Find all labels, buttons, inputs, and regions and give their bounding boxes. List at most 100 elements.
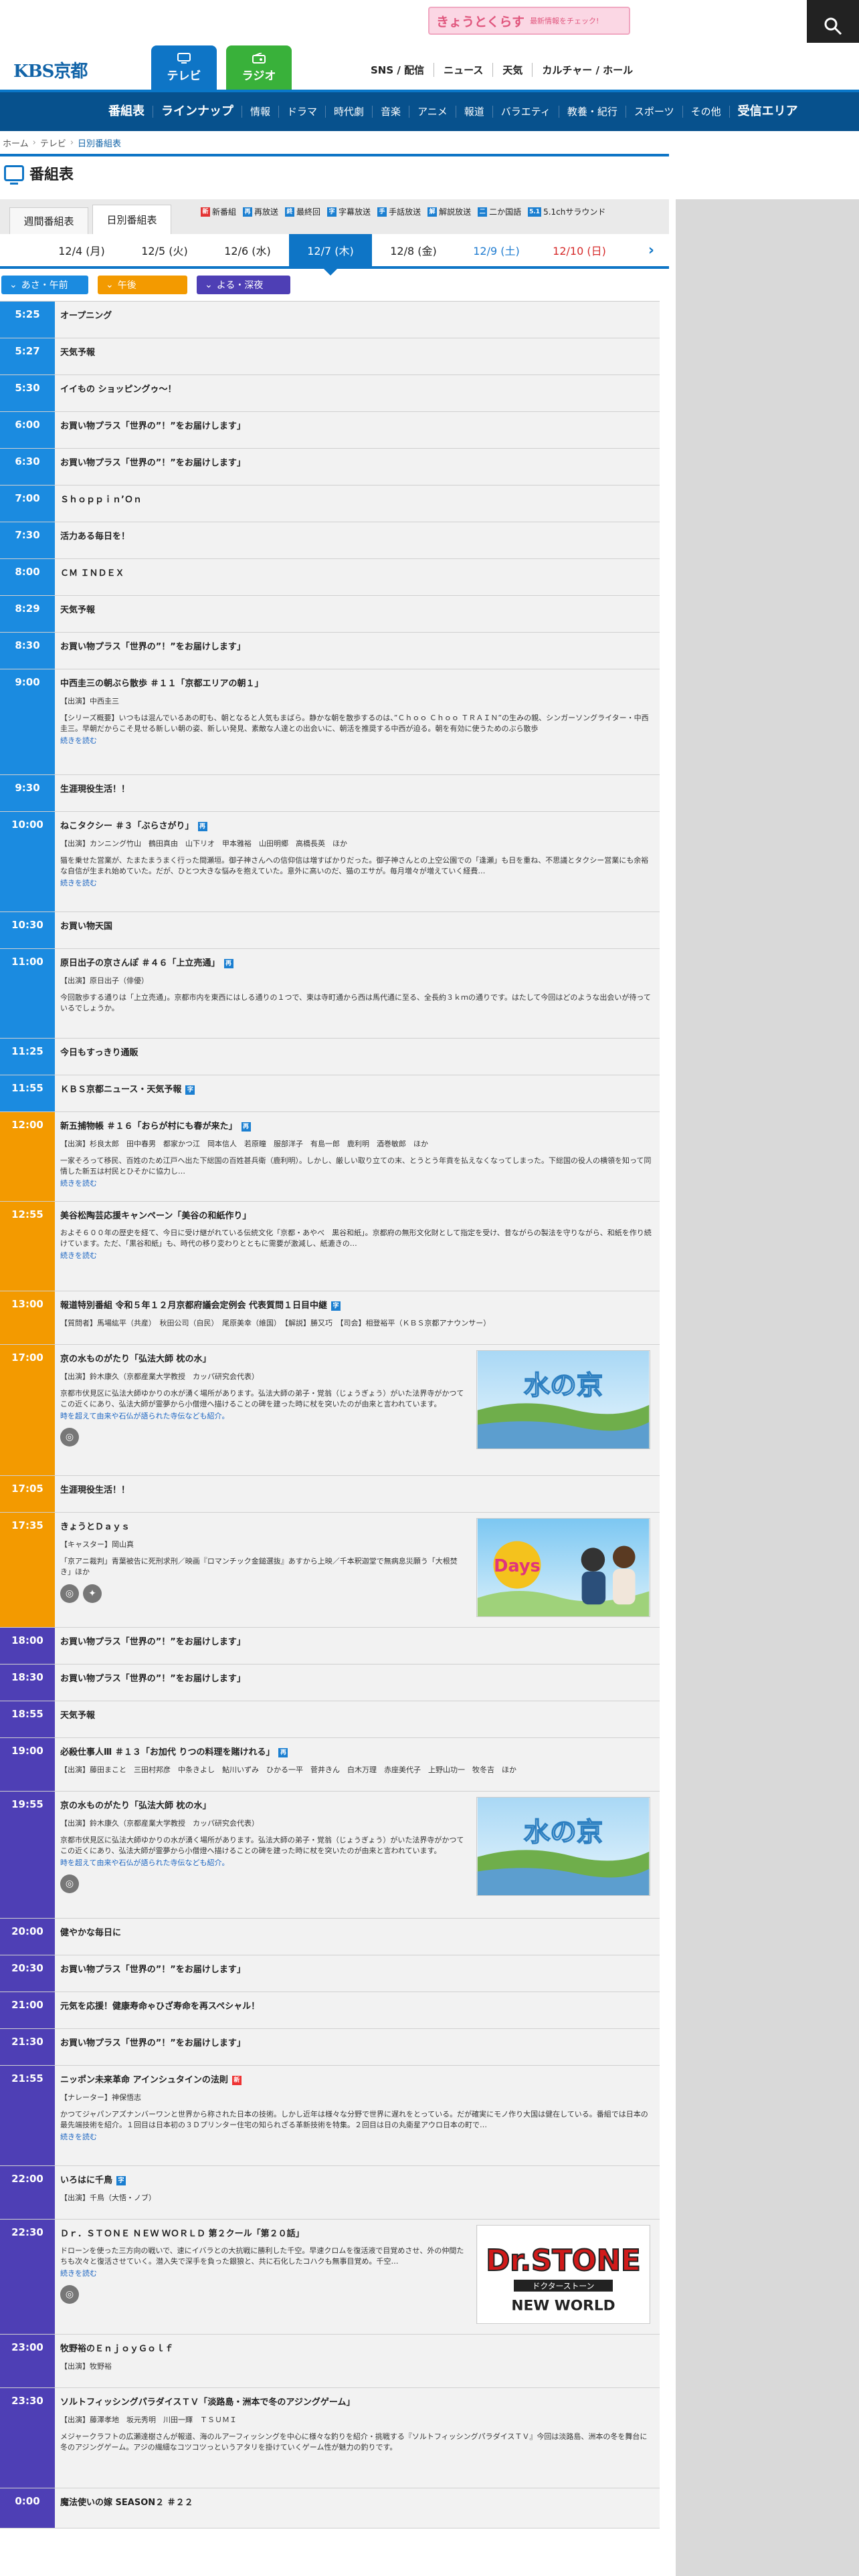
program-title[interactable]: 牧野裕のＥｎｊｏｙＧｏｌｆ [60,2341,654,2354]
program-row[interactable]: 6:30 お買い物プラス「世界の”！”をお届けします」 [0,449,660,486]
program-row[interactable]: 23:00 牧野裕のＥｎｊｏｙＧｏｌｆ 【出演】牧野裕 [0,2335,660,2388]
period-evening-button[interactable]: ⌄ よる・深夜 [197,276,290,294]
program-row[interactable]: 19:00 必殺仕事人Ⅲ ＃１３「お加代 りつの料理を賭けれる」再【出演】藤田まこ… [0,1738,660,1792]
program-row[interactable]: 21:30 お買い物プラス「世界の”！”をお届けします」 [0,2029,660,2066]
program-row[interactable]: 10:30 お買い物天国 [0,912,660,949]
program-title[interactable]: Ｄｒ．ＳＴＯＮＥ ＮＥＷ ＷＯＲＬＤ 第２クール「第２０話」 [60,2226,466,2239]
header-link-weather[interactable]: 天気 [492,63,532,77]
nav-item-education[interactable]: 教養・紀行 [558,106,626,118]
nav-item-other[interactable]: その他 [682,106,729,118]
tab-daily[interactable]: 日別番組表 [92,205,171,234]
nav-item-area[interactable]: 受信エリア [729,106,806,118]
program-title[interactable]: 今日もすっきり通販 [60,1045,654,1058]
tab-radio[interactable]: ラジオ [226,45,292,90]
period-morning-button[interactable]: ⌄ あさ・午前 [1,276,88,294]
program-row[interactable]: 7:30 活力ある毎日を！ [0,522,660,559]
program-title[interactable]: ねこタクシー ＃３「ぶらさがり」再 [60,819,654,831]
program-row[interactable]: 20:30 お買い物プラス「世界の”！”をお届けします」 [0,1955,660,1992]
program-title[interactable]: お買い物天国 [60,919,654,932]
program-title[interactable]: きょうとＤａｙｓ [60,1519,466,1532]
program-title[interactable]: お買い物プラス「世界の”！”をお届けします」 [60,2036,654,2048]
program-row[interactable]: 5:30 イイもの ショッピングゥ〜！ [0,375,660,412]
program-title[interactable]: 中西圭三の朝ぶら散歩 ＃１１「京都エリアの朝１」 [60,676,654,689]
program-title[interactable]: 魔法使いの嫁 SEASON２ ＃２２ [60,2495,654,2508]
program-title[interactable]: イイもの ショッピングゥ〜！ [60,382,654,395]
program-title[interactable]: 天気予報 [60,603,654,615]
program-title[interactable]: 生涯現役生活！！ [60,782,654,794]
nav-item-schedule[interactable]: 番組表 [100,106,153,118]
program-title[interactable]: 原日出子の京さんぽ ＃４６「上立売通」再 [60,956,654,968]
program-title[interactable]: 報道特別番組 令和５年１２月京都府議会定例会 代表質問１日目中継字 [60,1298,654,1311]
header-link-sns[interactable]: SNS / 配信 [361,63,434,77]
globe-icon[interactable]: ◎ [60,1428,79,1446]
globe-icon[interactable]: ◎ [60,1874,79,1893]
program-row[interactable]: 5:25 オープニング [0,302,660,338]
tab-tv[interactable]: テレビ [151,45,217,90]
date-tab[interactable]: 12/9 (土) [455,234,538,266]
program-title[interactable]: お買い物プラス「世界の”！”をお届けします」 [60,1671,654,1684]
program-row[interactable]: 9:30 生涯現役生活！！ [0,775,660,812]
program-row[interactable]: 17:35 きょうとＤａｙｓ 【キャスター】岡山真 「京アニ裁判」青葉被告に死刑求刑／… [0,1513,660,1628]
tab-weekly[interactable]: 週間番組表 [9,207,88,234]
program-row[interactable]: 20:00 健やかな毎日に [0,1919,660,1955]
date-tab[interactable]: 12/5 (火) [123,234,206,266]
program-title[interactable]: 天気予報 [60,345,654,358]
program-title[interactable]: 必殺仕事人Ⅲ ＃１３「お加代 りつの料理を賭けれる」再 [60,1745,654,1757]
nav-item-anime[interactable]: アニメ [409,106,456,118]
breadcrumb-tv[interactable]: テレビ [40,136,66,149]
program-row[interactable]: 18:30 お買い物プラス「世界の”！”をお届けします」 [0,1665,660,1701]
program-row[interactable]: 12:00 新五捕物帳 ＃１６「おらが村にも春が来た」再【出演】杉良太郎 田中春男… [0,1112,660,1202]
date-tab[interactable]: 12/7 (木) [289,234,372,266]
program-row[interactable]: 0:00 魔法使いの嫁 SEASON２ ＃２２ [0,2488,660,2529]
program-row[interactable]: 5:27 天気予報 [0,338,660,375]
program-thumbnail[interactable]: Dr.STONE ドクターストーン NEW WORLD [476,2225,650,2324]
program-title[interactable]: お買い物プラス「世界の”！”をお届けします」 [60,639,654,652]
program-row[interactable]: 21:55 ニッポン未来革命 アインシュタインの法則新【ナレーター】神保悟志 かつて… [0,2066,660,2166]
nav-item-music[interactable]: 音楽 [372,106,409,118]
breadcrumb-home[interactable]: ホーム [3,136,29,149]
promo-banner[interactable]: きょうとくらす 最新情報をチェック! [428,7,630,35]
program-row[interactable]: 7:00 Ｓｈｏｐｐｉｎ’Ｏｎ [0,486,660,522]
date-tab[interactable]: 12/8 (金) [372,234,455,266]
nav-item-info[interactable]: 情報 [242,106,278,118]
program-title[interactable]: 生涯現役生活！！ [60,1483,654,1495]
period-afternoon-button[interactable]: ⌄ 午後 [98,276,187,294]
program-row[interactable]: 12:55 美谷松陶芸応援キャンペーン「美谷の和紙作り」 およそ６００年の歴史を経て… [0,1202,660,1291]
program-title[interactable]: お買い物プラス「世界の”！”をお届けします」 [60,419,654,431]
date-tab[interactable]: 12/6 (水) [206,234,289,266]
program-row[interactable]: 10:00 ねこタクシー ＃３「ぶらさがり」再【出演】カンニング竹山 鶴田真由 山… [0,812,660,912]
nav-item-variety[interactable]: バラエティ [492,106,559,118]
program-title[interactable]: 京の水ものがたり「弘法大師 枕の水」 [60,1798,466,1811]
read-more-link[interactable]: 続きを読む [60,877,654,888]
program-row[interactable]: 11:00 原日出子の京さんぽ ＃４６「上立売通」再【出演】原日出子（俳優） 今回散… [0,949,660,1039]
program-title[interactable]: ＣＭ ＩＮＤＥＸ [60,566,654,578]
read-more-link[interactable]: 続きを読む [60,2268,466,2278]
read-more-link[interactable]: 続きを読む [60,2131,654,2142]
program-title[interactable]: お買い物プラス「世界の”！”をお届けします」 [60,1634,654,1647]
program-title[interactable]: Ｓｈｏｐｐｉｎ’Ｏｎ [60,492,654,505]
globe-icon[interactable]: ◎ [60,2285,79,2304]
read-more-link[interactable]: 続きを読む [60,1250,654,1261]
program-row[interactable]: 11:25 今日もすっきり通販 [0,1039,660,1075]
program-title[interactable]: ＫＢＳ京都ニュース・天気予報字 [60,1082,654,1095]
next-arrow-icon[interactable]: › [648,242,654,259]
nav-item-news[interactable]: 報道 [455,106,492,118]
program-row[interactable]: 22:30 Ｄｒ．ＳＴＯＮＥ ＮＥＷ ＷＯＲＬＤ 第２クール「第２０話」 ドローンを… [0,2220,660,2335]
date-tab[interactable]: 12/10 (日) [538,234,621,266]
program-row[interactable]: 21:00 元気を応援！健康寿命ゃひざ寿命を再スペシャル！ [0,1992,660,2029]
globe-icon[interactable]: ◎ [60,1584,79,1603]
program-title[interactable]: ニッポン未来革命 アインシュタインの法則新 [60,2072,654,2085]
read-more-link[interactable]: 続きを読む [60,1178,654,1188]
program-row[interactable]: 8:29 天気予報 [0,596,660,633]
program-title[interactable]: ソルトフィッシングパラダイスＴＶ「淡路島・洲本で冬のアジングゲーム」 [60,2395,654,2407]
header-link-news[interactable]: ニュース [434,63,492,77]
program-row[interactable]: 9:00 中西圭三の朝ぶら散歩 ＃１１「京都エリアの朝１」 【出演】中西圭三 【シリー… [0,669,660,775]
program-row[interactable]: 8:30 お買い物プラス「世界の”！”をお届けします」 [0,633,660,669]
program-row[interactable]: 18:00 お買い物プラス「世界の”！”をお届けします」 [0,1628,660,1665]
program-title[interactable]: 美谷松陶芸応援キャンペーン「美谷の和紙作り」 [60,1208,654,1221]
program-title[interactable]: 活力ある毎日を！ [60,529,654,542]
read-more-link[interactable]: 時を超えて由来や石仏が語られた寺伝なども紹介。 [60,1857,466,1868]
program-thumbnail[interactable]: 水の京 [476,1350,650,1449]
program-title[interactable]: お買い物プラス「世界の”！”をお届けします」 [60,455,654,468]
program-row[interactable]: 18:55 天気予報 [0,1701,660,1738]
